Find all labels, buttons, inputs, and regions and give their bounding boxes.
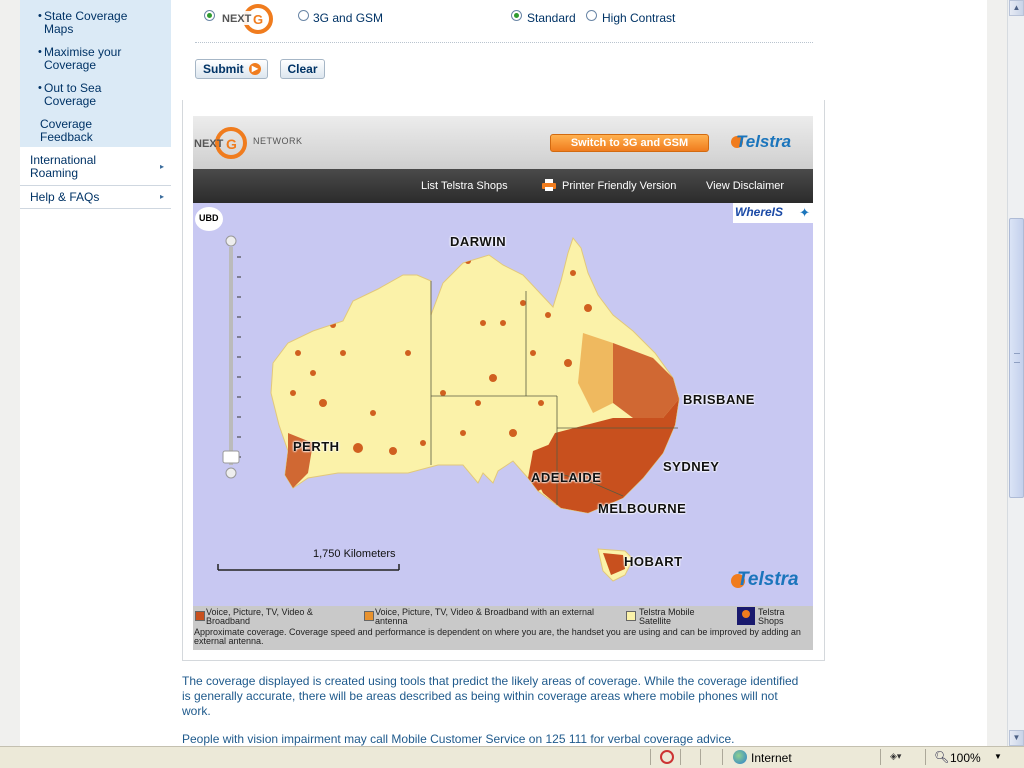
submit-button[interactable]: Submit ▶	[195, 59, 268, 79]
svg-text:NEXT: NEXT	[222, 13, 252, 25]
printer-friendly-link[interactable]: Printer Friendly Version	[562, 180, 676, 192]
star-icon: ✦	[799, 205, 810, 220]
zoom-level[interactable]: 100%	[950, 751, 981, 765]
city-label-melbourne: MELBOURNE	[598, 501, 687, 516]
left-navigation: • State Coverage Maps • Maximise your Co…	[20, 0, 171, 746]
status-separator	[680, 749, 681, 765]
chevron-down-icon[interactable]: ▼	[994, 752, 1002, 761]
svg-text:G: G	[253, 12, 263, 27]
status-separator	[925, 749, 926, 765]
nav-item-label: Maximise your Coverage	[44, 45, 122, 72]
legend-swatch-satellite	[626, 611, 636, 621]
status-bar: Internet ◈▾ 🔍︎ 100% ▼	[0, 746, 1024, 768]
status-separator	[880, 749, 881, 765]
ubd-label: UBD	[199, 213, 219, 223]
telstra-shops-icon	[737, 607, 755, 625]
map-legend: Voice, Picture, TV, Video & Broadband Vo…	[193, 606, 813, 650]
clear-label: Clear	[287, 62, 318, 76]
printer-icon	[542, 178, 556, 191]
nav-item-international-roaming[interactable]: International Roaming ▸	[20, 149, 171, 186]
coverage-disclaimer-note: Approximate coverage. Coverage speed and…	[194, 627, 801, 646]
radio-next-g[interactable]	[204, 10, 215, 21]
nav-item-label: International Roaming	[30, 153, 97, 180]
telstra-wordmark: Telstra	[736, 132, 792, 151]
zoom-icon[interactable]: 🔍︎	[934, 750, 949, 764]
scroll-thumb[interactable]	[1009, 218, 1024, 498]
protected-mode-icon[interactable]: ◈▾	[890, 751, 912, 765]
nav-item-label: State Coverage Maps	[44, 9, 128, 36]
next-g-logo: NEXT G	[220, 2, 276, 34]
clear-button[interactable]: Clear	[280, 59, 325, 79]
security-zone-label: Internet	[751, 751, 792, 765]
view-disclaimer-link[interactable]: View Disclaimer	[706, 180, 784, 192]
whereis-badge: WhereIS ✦	[733, 203, 813, 223]
vertical-scrollbar[interactable]: ▲ ▼	[1007, 0, 1024, 746]
radio-label-standard: Standard	[527, 11, 576, 25]
nav-item-state-coverage-maps[interactable]: • State Coverage Maps	[38, 9, 144, 36]
city-label-sydney: SYDNEY	[663, 459, 720, 474]
submit-label: Submit	[203, 62, 244, 76]
nav-item-help-faqs[interactable]: Help & FAQs ▸	[20, 186, 171, 209]
telstra-watermark-label: Telstra	[737, 569, 799, 590]
radio-standard[interactable]	[511, 10, 522, 21]
status-separator	[700, 749, 701, 765]
network-label: NETWORK	[253, 136, 303, 146]
coverage-submenu: • State Coverage Maps • Maximise your Co…	[20, 0, 171, 147]
legend-label-broadband: Voice, Picture, TV, Video & Broadband	[206, 607, 313, 626]
coverage-map[interactable]: UBD WhereIS ✦ DARWIN BRISBANE PERTH SYDN…	[193, 203, 813, 606]
divider	[195, 42, 813, 43]
map-header: NEXT G NETWORK Switch to 3G and GSM Tels…	[193, 116, 813, 169]
bullet-icon: •	[38, 46, 42, 58]
coverage-explanation-text: The coverage displayed is created using …	[182, 674, 799, 718]
radio-high-contrast[interactable]	[586, 10, 597, 21]
grip-icon	[1014, 353, 1020, 363]
bullet-icon: •	[38, 10, 42, 22]
bullet-icon: •	[38, 82, 42, 94]
switch-network-button[interactable]: Switch to 3G and GSM	[550, 134, 709, 152]
scroll-down-button[interactable]: ▼	[1009, 730, 1024, 746]
svg-text:NEXT: NEXT	[194, 138, 224, 150]
status-separator	[650, 749, 651, 765]
city-label-hobart: HOBART	[624, 554, 683, 569]
telstra-logo: Telstra	[731, 132, 801, 154]
nav-item-label: Help & FAQs	[30, 190, 100, 204]
browser-page: • State Coverage Maps • Maximise your Co…	[0, 0, 1007, 746]
zoom-slider-graphic	[222, 235, 241, 479]
nav-item-label: Out to Sea Coverage	[44, 81, 102, 108]
radio-label-3g-gsm: 3G and GSM	[313, 11, 384, 25]
ubd-badge: UBD	[195, 207, 223, 231]
switch-button-label: Switch to 3G and GSM	[570, 137, 689, 149]
nav-item-maximise-coverage[interactable]: • Maximise your Coverage	[38, 45, 134, 72]
status-separator	[722, 749, 723, 765]
legend-label-external-antenna: Voice, Picture, TV, Video & Broadband wi…	[375, 607, 594, 626]
globe-icon	[733, 750, 747, 764]
popup-blocked-icon	[660, 750, 674, 764]
city-label-brisbane: BRISBANE	[683, 392, 755, 407]
list-telstra-shops-link[interactable]: List Telstra Shops	[421, 180, 508, 192]
nav-item-out-to-sea[interactable]: • Out to Sea Coverage	[38, 81, 124, 108]
legend-swatch-broadband	[195, 611, 205, 621]
chevron-right-icon: ▸	[159, 192, 164, 201]
svg-text:G: G	[226, 136, 237, 152]
radio-label-high-contrast: High Contrast	[602, 11, 676, 25]
scroll-up-button[interactable]: ▲	[1009, 0, 1024, 16]
vision-impairment-text: People with vision impairment may call M…	[182, 732, 735, 746]
city-label-perth: PERTH	[293, 439, 340, 454]
legend-label-telstra-shops: Telstra Shops	[758, 607, 785, 626]
nav-item-coverage-feedback[interactable]: Coverage Feedback	[40, 118, 110, 144]
nav-item-label: Coverage Feedback	[40, 117, 93, 144]
radio-3g-gsm[interactable]	[298, 10, 309, 21]
arrow-right-icon: ▶	[249, 63, 261, 75]
chevron-right-icon: ▸	[159, 162, 164, 171]
telstra-map-watermark: Telstra	[731, 569, 813, 595]
whereis-label: WhereIS	[735, 205, 784, 219]
legend-label-satellite: Telstra Mobile Satellite	[639, 607, 695, 626]
legend-swatch-external-antenna	[364, 611, 374, 621]
city-label-darwin: DARWIN	[450, 234, 507, 249]
map-toolbar: List Telstra Shops Printer Friendly Vers…	[193, 169, 813, 203]
scale-label: 1,750 Kilometers	[313, 548, 396, 560]
city-label-adelaide: ADELAIDE	[531, 470, 602, 485]
